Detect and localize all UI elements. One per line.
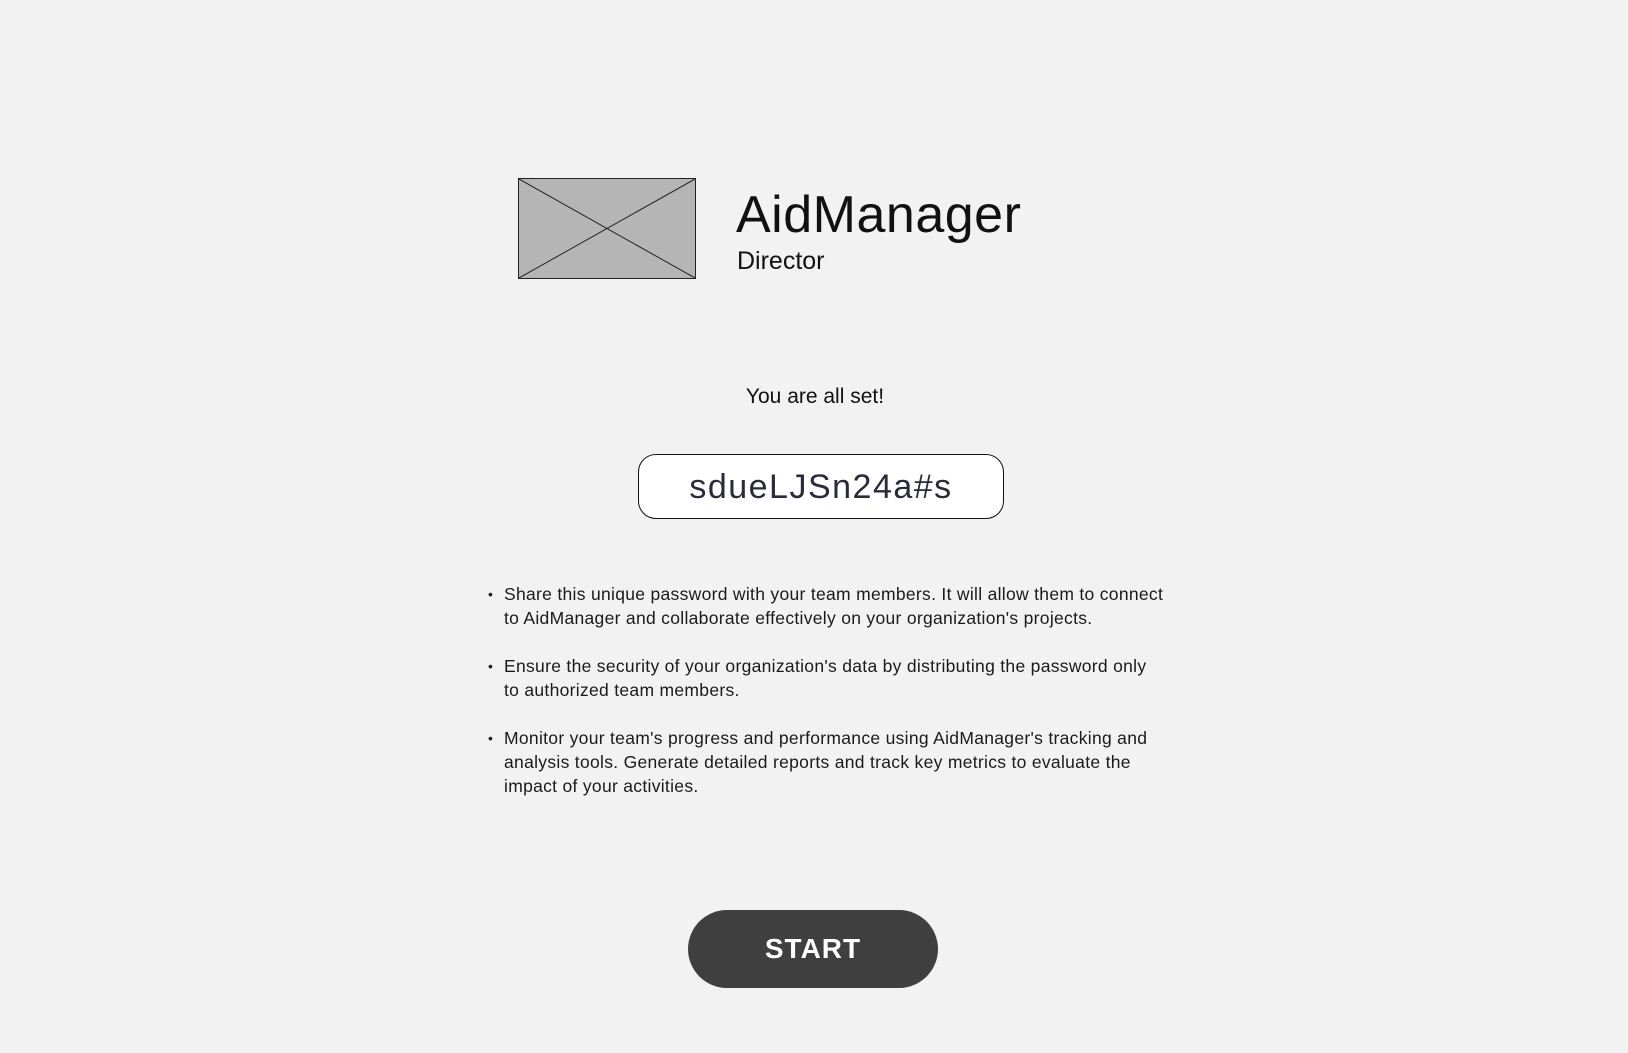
password-value[interactable]: sdueLJSn24a#s [689, 467, 952, 507]
info-text: Share this unique password with your tea… [504, 584, 1164, 628]
logo-placeholder-image [518, 178, 696, 279]
password-display-field[interactable]: sdueLJSn24a#s [638, 454, 1004, 519]
status-message: You are all set! [745, 385, 885, 408]
list-item: • Share this unique password with your t… [488, 582, 1164, 630]
list-item: • Monitor your team's progress and perfo… [488, 726, 1164, 798]
start-button[interactable]: START [688, 910, 938, 988]
user-role: Director [737, 247, 825, 275]
list-item: • Ensure the security of your organizati… [488, 654, 1164, 702]
info-list: • Share this unique password with your t… [488, 582, 1164, 822]
info-text: Ensure the security of your organization… [504, 656, 1147, 700]
bullet-icon: • [488, 658, 494, 674]
info-text: Monitor your team's progress and perform… [504, 728, 1148, 796]
app-title: AidManager [736, 186, 1022, 244]
bullet-icon: • [488, 586, 494, 602]
bullet-icon: • [488, 730, 494, 746]
image-placeholder-icon [519, 179, 695, 278]
